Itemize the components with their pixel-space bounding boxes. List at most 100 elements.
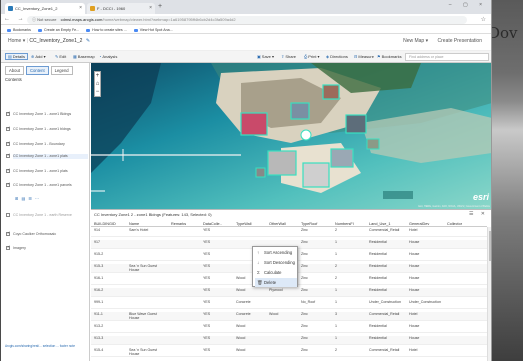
security-indicator[interactable]: ⓘ Not secure: [32, 17, 56, 22]
layer-checkbox[interactable]: [6, 141, 10, 146]
window-controls[interactable]: – ▢ ×: [449, 2, 487, 8]
table-row[interactable]: 913-3 YES Wood Zinc 1 Residential House: [91, 336, 487, 345]
layer-checkbox[interactable]: [6, 245, 10, 250]
url-field[interactable]: ⓘ Not secure cdmsi.maps.arcgis.com/home/…: [27, 15, 467, 24]
table-cell: Residential: [369, 288, 387, 292]
layer-item[interactable]: CC Inventory Zone 1 - zone1 bldngs: [6, 126, 88, 132]
layer-item[interactable]: CC Inventory Zone 1 - Boundary: [6, 141, 88, 147]
table-cell: 1: [335, 288, 337, 292]
map-view[interactable]: + ⌂ − esri Esri, HERE, Garmin, FAO, NOAA…: [91, 63, 491, 209]
header-divider: [91, 226, 487, 227]
save-icon: ▣: [257, 54, 261, 59]
calculate-icon: Σ: [257, 270, 260, 275]
new-map-menu[interactable]: New Map ▾: [403, 38, 428, 44]
menu-item-sort-ascending[interactable]: ↑ Sort Ascending: [255, 248, 297, 257]
share-button[interactable]: ⇪Share: [281, 54, 296, 59]
save-button[interactable]: ▣Save ▾: [257, 54, 274, 59]
layer-item[interactable]: CC Inventory Zone 1 - earth Reserve: [6, 213, 88, 218]
add-button[interactable]: ⊕Add ▾: [31, 54, 46, 59]
edit-title-icon[interactable]: ✎: [86, 38, 90, 44]
home-menu[interactable]: Home ▾: [8, 38, 25, 44]
zoom-out-button[interactable]: −: [95, 88, 100, 96]
bookmark-item[interactable]: Bookmarks: [7, 28, 31, 32]
create-presentation-link[interactable]: Create Presentation: [438, 38, 482, 44]
table-cell: Commercial_Retail: [369, 348, 400, 352]
table-cell: No_Roof: [301, 300, 316, 304]
measure-icon: ⊟: [354, 54, 358, 59]
table-cell: Zinc: [301, 324, 308, 328]
edit-button[interactable]: ✎Edit: [55, 54, 66, 59]
table-cell: 914: [94, 228, 100, 232]
tab-content[interactable]: Content: [25, 66, 49, 75]
table-cell: 999-1: [94, 300, 104, 304]
home-extent-icon[interactable]: ⌂: [95, 80, 100, 88]
details-button[interactable]: ▤Details: [5, 53, 29, 60]
scrollbar-thumb[interactable]: [489, 231, 491, 261]
analysis-button[interactable]: ◔Analysis: [99, 54, 117, 59]
table-options[interactable]: ☰ ✕: [469, 211, 488, 217]
layer-item[interactable]: CC Inventory Zone 1 - zone1 Bldngs: [6, 111, 88, 117]
table-row[interactable]: 999-1 YES Concrete No_Roof 1 Under_Constructi…: [91, 300, 487, 309]
table-cell: Zinc: [301, 276, 308, 280]
layer-item[interactable]: Coyo Caulker Orthomosaic: [6, 231, 88, 237]
new-tab-button[interactable]: +: [158, 3, 162, 10]
bookmark-star-icon[interactable]: ☆: [481, 16, 486, 23]
layer-item[interactable]: Imagery: [6, 245, 88, 251]
tab-label: CC_Inventory_Zone1_2: [15, 6, 58, 11]
map-title: CC_Inventory_Zone1_2: [29, 38, 83, 44]
basemap-button[interactable]: ▦Basemap: [73, 54, 95, 59]
print-button[interactable]: ⎙Print ▾: [304, 54, 320, 59]
table-cell: 915-3: [94, 264, 104, 268]
table-cell: 2: [335, 276, 337, 280]
close-tab-icon[interactable]: ×: [79, 3, 82, 14]
menu-item-calculate[interactable]: Σ Calculate: [255, 268, 297, 277]
layer-checkbox[interactable]: [6, 153, 10, 158]
layer-checkbox[interactable]: [6, 231, 10, 236]
table-cell: Concrete: [236, 300, 251, 304]
table-cell: Concrete: [236, 312, 251, 316]
layer-checkbox[interactable]: [6, 182, 10, 187]
close-tab-icon[interactable]: ×: [149, 3, 152, 14]
table-cell: House: [409, 276, 420, 280]
table-row[interactable]: 913-2 YES Wood Zinc 1 Residential House: [91, 324, 487, 333]
panel-footer-link[interactable]: Arcgis.com/sharing/rest/... selection ..…: [5, 344, 85, 348]
layer-checkbox[interactable]: [6, 126, 10, 131]
url-path: /home/webmap/viewer.html?webmap=1a619587…: [102, 16, 236, 22]
browser-tab-webmap[interactable]: CC_Inventory_Zone1_2 ×: [5, 3, 85, 14]
layer-action-icons[interactable]: ⊞ ▤ ☰ ⋯: [15, 196, 40, 201]
layer-checkbox[interactable]: [6, 168, 10, 173]
find-address-input[interactable]: Find address or place: [405, 53, 489, 61]
zoom-control: + ⌂ −: [94, 71, 101, 97]
layer-item[interactable]: CC Inventory Zone 1 - zone1 plats: [6, 168, 88, 174]
menu-item-sort-descending[interactable]: ↓ Sort Descending: [255, 258, 297, 267]
table-cell: 916-2: [94, 288, 104, 292]
layer-checkbox[interactable]: [6, 111, 10, 116]
bookmarks-button[interactable]: ⚑Bookmarks: [377, 54, 402, 59]
table-cell: Residential: [369, 336, 387, 340]
table-cell: YES: [203, 252, 211, 256]
table-row[interactable]: 911-1 Blue Wave Guest House YES Concrete Woo…: [91, 312, 487, 321]
bookmark-item[interactable]: View Hot Spot Ana...: [134, 28, 173, 32]
table-row[interactable]: 914 Sam's Hotel YES Zinc 2 Commercial_Retail H…: [91, 228, 487, 237]
table-cell: Residential: [369, 240, 387, 244]
tab-legend[interactable]: Legend: [50, 66, 73, 75]
arcgis-favicon-icon: [8, 6, 13, 11]
measure-button[interactable]: ⊟Measure: [354, 54, 374, 59]
table-cell: YES: [203, 264, 211, 268]
zoom-in-button[interactable]: +: [95, 72, 100, 80]
bookmark-item[interactable]: Create an Empty Fe...: [38, 28, 79, 32]
table-row[interactable]: 916-2 YES Wood Plywood Zinc 1 Residential House: [91, 288, 487, 297]
table-cell: YES: [203, 312, 211, 316]
bookmark-item[interactable]: How to create sites ...: [86, 28, 127, 32]
table-row[interactable]: 915-4 Sea 'n Sun Guest House YES Wood Zinc 2 C…: [91, 348, 487, 357]
table-cell: 917: [94, 240, 100, 244]
browser-tab-dcci[interactable]: F - DCCI - 1960 ×: [87, 3, 155, 14]
directions-button[interactable]: ◈Directions: [326, 54, 348, 59]
layer-item-selected[interactable]: CC Inventory Zone 1 - zone1 plats: [6, 153, 88, 159]
layer-item[interactable]: CC Inventory Zone 1 - zone1 parcels: [6, 182, 88, 188]
layer-checkbox[interactable]: [6, 213, 10, 217]
table-cell: Wood: [236, 324, 246, 328]
menu-item-delete[interactable]: 🗑 Delete: [255, 278, 297, 287]
table-scrollbar[interactable]: [487, 227, 491, 361]
tab-about[interactable]: About: [5, 66, 24, 75]
